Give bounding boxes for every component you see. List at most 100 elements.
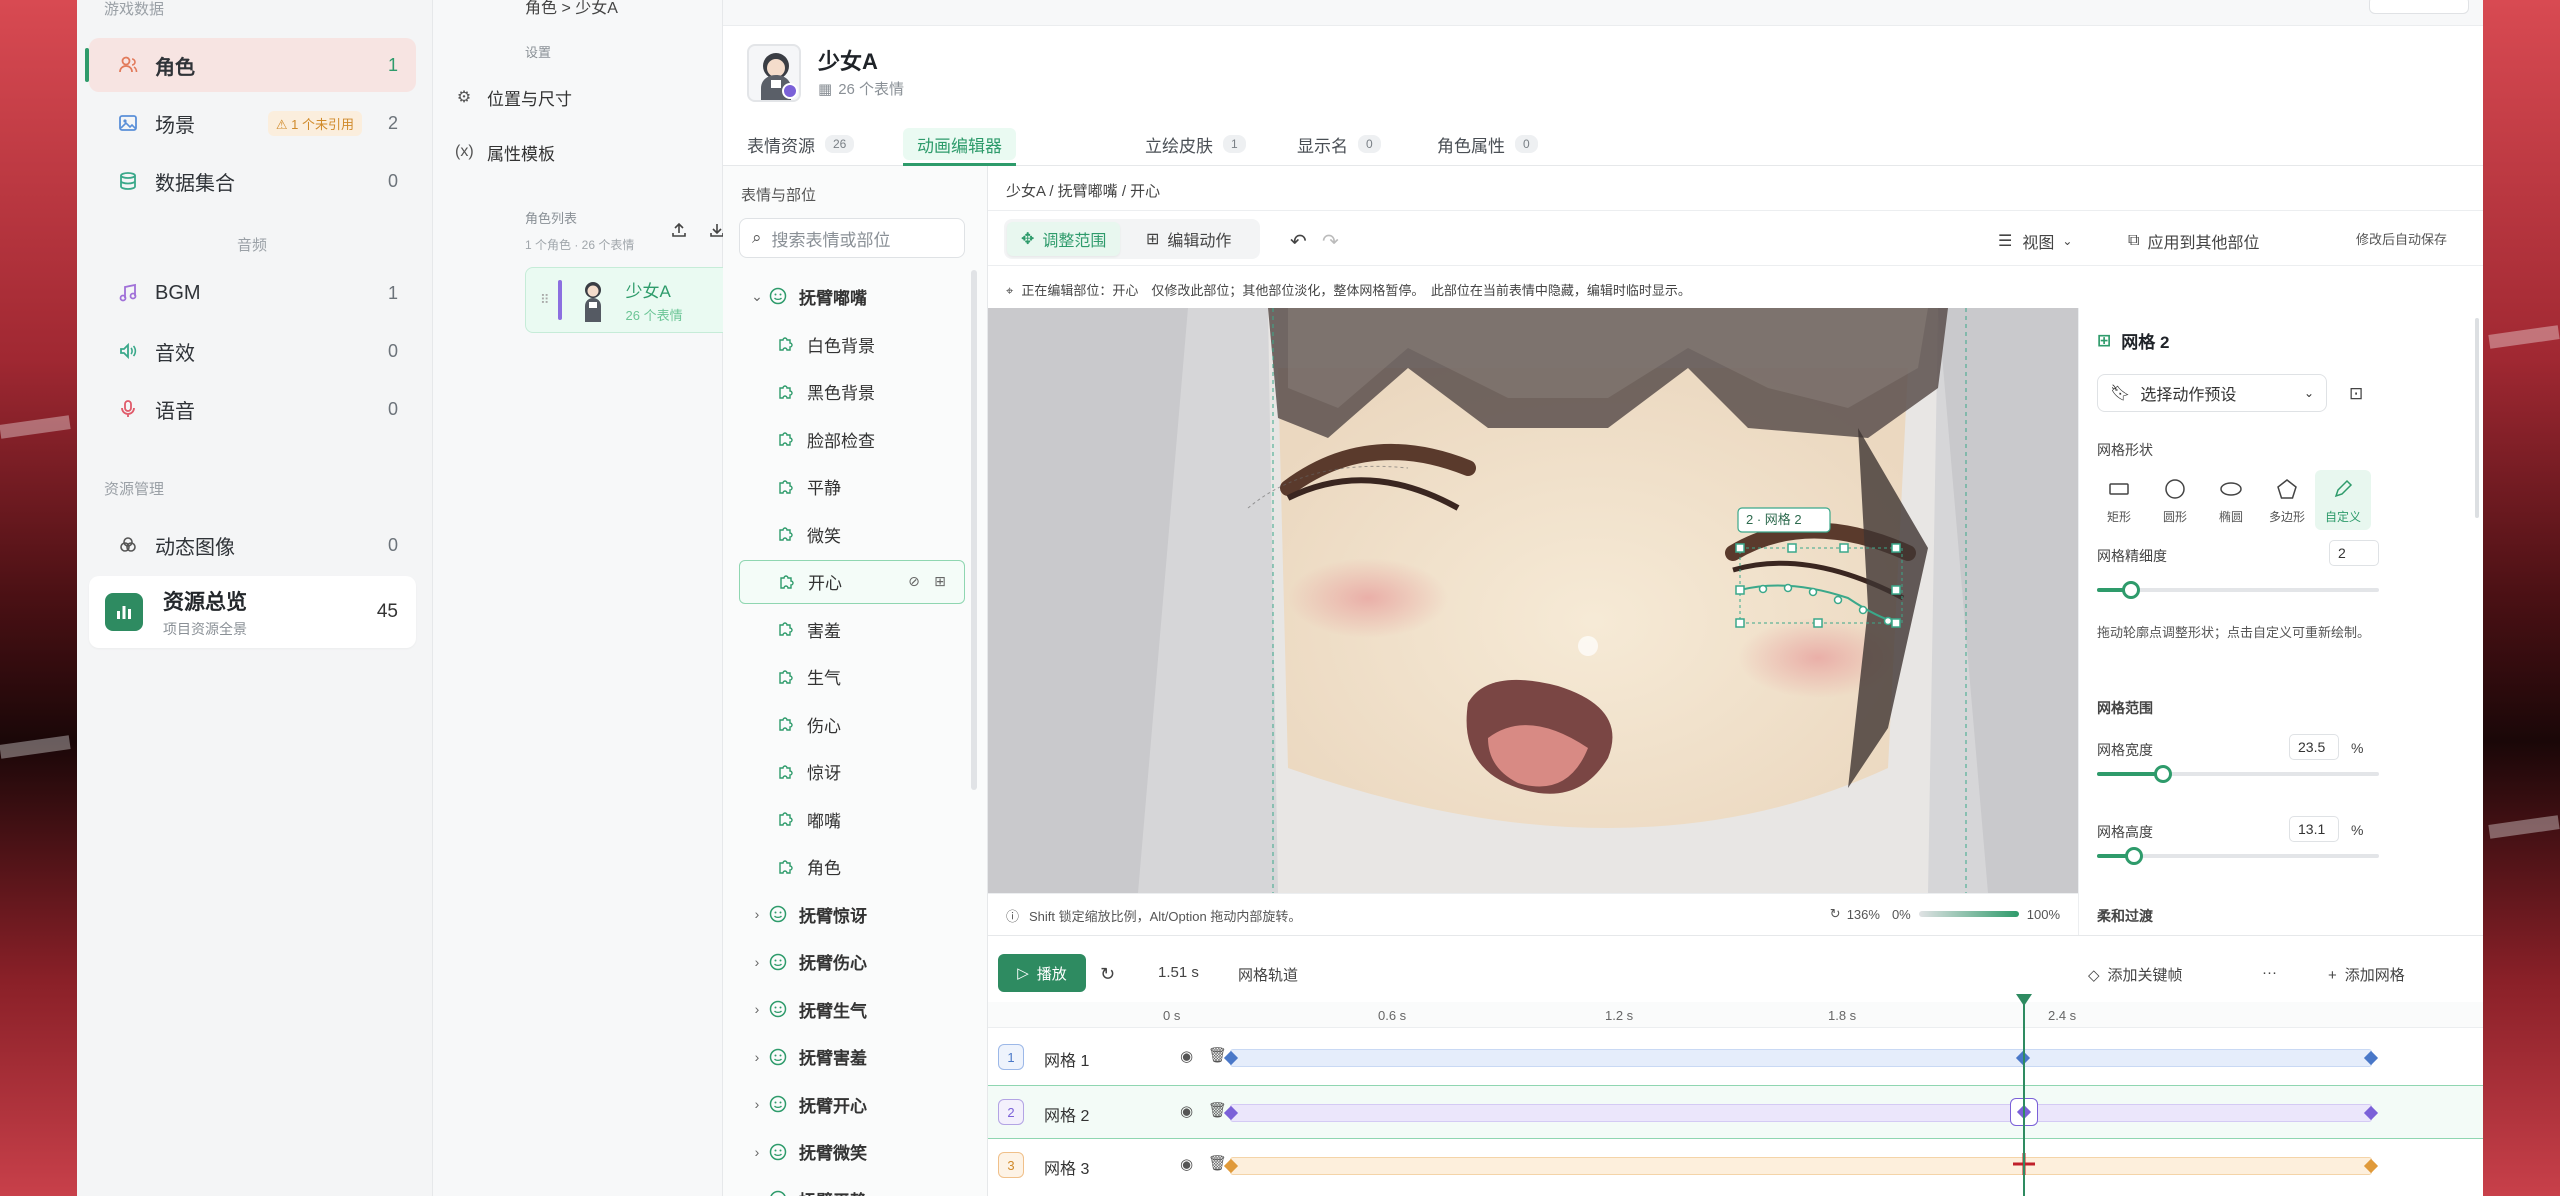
top-action-button[interactable]: [2369, 0, 2469, 14]
tree-scrollbar[interactable]: [971, 270, 977, 790]
upload-button[interactable]: [663, 214, 695, 246]
save-preset-icon[interactable]: ⊡: [2349, 384, 2363, 404]
add-keyframe-button[interactable]: ◇ 添加关键帧: [2088, 964, 2183, 985]
puzzle-icon: [775, 381, 797, 403]
tab-display-name[interactable]: 显示名 0: [1283, 128, 1395, 160]
width-input[interactable]: 23.5: [2289, 734, 2339, 760]
shape-circle-button[interactable]: 圆形: [2147, 476, 2203, 525]
ruler-tick-label: 0.6 s: [1378, 1008, 1407, 1023]
playhead[interactable]: [2016, 994, 2032, 1196]
track-row[interactable]: 3 网格 3 ◉ 🗑︎: [988, 1139, 2483, 1193]
edit-badge-icon[interactable]: [782, 83, 798, 99]
sidebar-item-label: 数据集合: [155, 172, 235, 195]
play-button[interactable]: ▷ 播放: [998, 954, 1086, 992]
tab-animation-editor[interactable]: 动画编辑器: [903, 128, 1016, 166]
props-scrollbar[interactable]: [2475, 318, 2479, 518]
mesh-tag-label[interactable]: 2 · 网格 2: [1746, 511, 1802, 529]
count-badge: 0: [387, 170, 398, 191]
tree-group[interactable]: › 抚臂生气: [747, 987, 1002, 1031]
density-input[interactable]: 2: [2329, 540, 2379, 566]
height-input[interactable]: 13.1: [2289, 816, 2339, 842]
slider-knob[interactable]: [2121, 581, 2140, 599]
mesh-title: ⊞ 网格 2: [2097, 330, 2170, 353]
density-slider[interactable]: [2097, 581, 2379, 599]
zoom-level[interactable]: 136%: [1847, 907, 1880, 922]
loop-button[interactable]: ↻: [1100, 964, 1115, 985]
resource-overview-button[interactable]: 资源总览 项目资源全景 45: [89, 576, 416, 648]
height-slider[interactable]: [2097, 847, 2379, 865]
char-list-label: 角色列表: [525, 211, 578, 226]
apply-to-parts-button[interactable]: ⧉ 应用到其他部位: [2128, 229, 2259, 253]
circle-icon: [2147, 476, 2203, 502]
adjust-range-button[interactable]: ✥ 调整范围: [1007, 222, 1121, 256]
sidebar-item-datasets[interactable]: 数据集合 0: [89, 154, 416, 208]
character-avatar[interactable]: [747, 44, 801, 102]
sidebar-item-bgm[interactable]: BGM 1: [89, 266, 416, 320]
track-lane[interactable]: [1230, 1049, 2372, 1067]
eye-icon[interactable]: ◉: [1180, 1047, 1193, 1065]
settings-item-label: 位置与尺寸: [487, 89, 572, 109]
tree-group[interactable]: ›抚臂平静: [747, 1177, 1002, 1196]
tab-character-attributes[interactable]: 角色属性 0: [1423, 128, 1552, 160]
eye-off-icon[interactable]: ⊘: [904, 573, 924, 590]
track-lane[interactable]: [1230, 1104, 2372, 1122]
opacity-slider[interactable]: [1918, 911, 2019, 917]
plus-icon: +: [2328, 967, 2337, 984]
track-label: 网格轨道: [1238, 967, 1299, 984]
music-note-icon: [117, 282, 139, 304]
undo-button[interactable]: ↶: [1290, 229, 1307, 254]
eye-icon[interactable]: ◉: [1180, 1102, 1193, 1120]
width-slider[interactable]: [2097, 765, 2379, 783]
more-button[interactable]: ···: [2262, 964, 2277, 981]
tree-group[interactable]: › 抚臂微笑: [747, 1130, 1002, 1174]
shape-polygon-button[interactable]: 多边形: [2259, 476, 2315, 525]
chevron-right-icon: ›: [754, 1143, 760, 1160]
tree-group[interactable]: › 抚臂害羞: [747, 1035, 1002, 1079]
ruler-tick-label: 1.2 s: [1605, 1008, 1634, 1023]
count-badge: 1: [387, 54, 398, 75]
time-ruler[interactable]: 0 s 0.6 s 1.2 s 1.8 s 2.4 s: [988, 1002, 2483, 1028]
shape-ellipse-button[interactable]: 椭圆: [2203, 476, 2259, 525]
tab-bar: 表情资源 26 动画编辑器 立绘皮肤 1 显示名 0 角色属性 0: [723, 120, 2483, 166]
range-label: 网格范围: [2097, 700, 2153, 716]
reset-zoom-icon[interactable]: ↻: [1830, 906, 1841, 922]
loop-icon: ↻: [1100, 964, 1116, 984]
preview-canvas[interactable]: 2 · 网格 2: [988, 308, 2078, 893]
sidebar-item-label: 音效: [155, 342, 195, 365]
tab-expressions[interactable]: 表情资源 26: [733, 128, 868, 160]
edit-action-button[interactable]: ⊞ 编辑动作: [1132, 222, 1245, 256]
sidebar-item-animated-images[interactable]: 动态图像 0: [89, 518, 416, 572]
track-row[interactable]: 1 网格 1 ◉ 🗑︎: [988, 1031, 2483, 1085]
sidebar-item-voice[interactable]: 语音 0: [89, 382, 416, 436]
tab-skins[interactable]: 立绘皮肤 1: [1131, 128, 1260, 160]
tree-group[interactable]: › 抚臂开心: [747, 1082, 1002, 1126]
shape-rect-button[interactable]: 矩形: [2091, 476, 2147, 525]
sidebar-item-label: 角色: [155, 56, 195, 79]
add-mesh-button[interactable]: + 添加网格: [2328, 964, 2405, 985]
redo-button[interactable]: ↷: [1322, 229, 1339, 254]
settings-section-label: 设置: [525, 45, 552, 60]
trash-icon[interactable]: 🗑︎: [1208, 1046, 1227, 1064]
sidebar-item-sfx[interactable]: 音效 0: [89, 324, 416, 378]
grid-icon[interactable]: ⊞: [930, 573, 950, 590]
tree-group-open[interactable]: ⌄ 抚臂嘟嘴: [747, 274, 1002, 318]
eye-icon[interactable]: ◉: [1180, 1155, 1193, 1173]
trash-icon[interactable]: 🗑︎: [1208, 1154, 1227, 1172]
track-lane[interactable]: [1230, 1157, 2372, 1175]
action-preset-select[interactable]: 🔖︎ 选择动作预设 ⌄: [2097, 374, 2327, 412]
view-dropdown[interactable]: ☰ 视图 ⌄: [1998, 229, 2072, 253]
sidebar-item-scenes[interactable]: 场景 ⚠ 1 个未引用 2: [89, 96, 416, 150]
search-input[interactable]: ⌕ 搜索表情或部位: [739, 218, 965, 258]
sidebar-item-characters[interactable]: 角色 1: [85, 38, 416, 92]
settings-attribute-template[interactable]: (x) 属性模板: [455, 132, 555, 172]
tree-item[interactable]: 开心 ⊘ ⊞: [739, 559, 965, 604]
shape-custom-button[interactable]: 自定义: [2315, 470, 2371, 530]
settings-position-size[interactable]: ⚙ 位置与尺寸: [455, 77, 572, 117]
tree-group[interactable]: › 抚臂伤心: [747, 940, 1002, 984]
track-row-selected[interactable]: 2 网格 2 ◉ 🗑︎: [988, 1085, 2483, 1139]
trash-icon[interactable]: 🗑︎: [1208, 1101, 1227, 1119]
slider-knob[interactable]: [2154, 765, 2173, 783]
drag-handle-icon[interactable]: ⠿: [540, 292, 550, 308]
slider-knob[interactable]: [2124, 847, 2143, 865]
tree-group[interactable]: › 抚臂惊讶: [747, 892, 1002, 936]
